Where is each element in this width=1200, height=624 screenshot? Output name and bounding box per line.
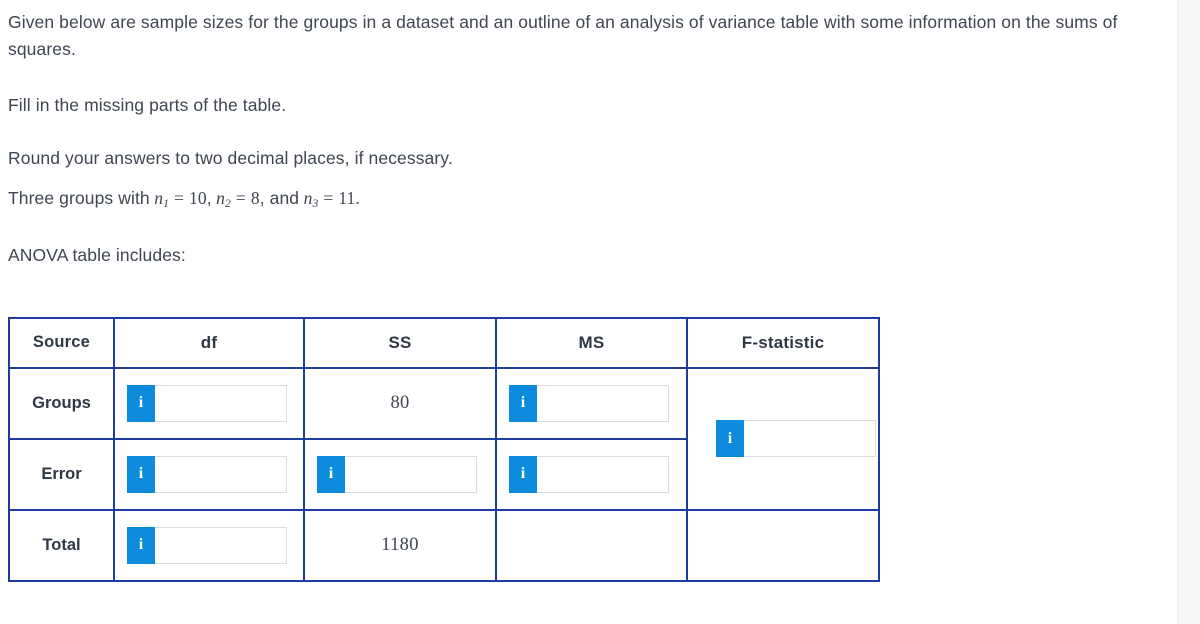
cell-groups-ms: i xyxy=(495,366,688,440)
header-source: Source xyxy=(8,316,115,369)
group-size-2: n2 = 8 xyxy=(216,188,260,211)
groups-ss-value: 80 xyxy=(390,392,410,413)
anova-lead-paragraph: ANOVA table includes: xyxy=(8,245,186,266)
cell-error-ms: i xyxy=(495,437,688,511)
cell-total-ms-empty xyxy=(495,508,688,582)
total-df-input[interactable] xyxy=(155,526,287,564)
header-ss: SS xyxy=(303,316,497,369)
page-scrollbar-track[interactable] xyxy=(1177,0,1200,624)
and-separator: , and xyxy=(259,188,300,209)
row-label-total: Total xyxy=(8,508,115,582)
cell-total-f-empty xyxy=(686,508,880,582)
equals-3: = xyxy=(323,188,334,209)
group-size-1: n1 = 10 xyxy=(154,188,207,210)
comma-1: , xyxy=(206,188,212,209)
anova-table: Source df SS MS F-statistic Groups i 80 … xyxy=(8,316,880,582)
period: . xyxy=(355,188,360,209)
cell-inner: i xyxy=(688,420,878,458)
anova-table-wrap: Source df SS MS F-statistic Groups i 80 … xyxy=(0,316,1178,582)
cell-inner: 80 xyxy=(305,369,495,438)
info-icon[interactable]: i xyxy=(317,455,345,493)
info-icon[interactable]: i xyxy=(127,455,155,493)
question-page: Given below are sample sizes for the gro… xyxy=(0,0,1178,624)
instruction-paragraph: Fill in the missing parts of the table. xyxy=(8,95,287,116)
group-value-1: 10 xyxy=(188,188,207,209)
cell-inner: 1180 xyxy=(305,511,495,580)
table-row: Total i 1180 xyxy=(8,508,880,582)
cell-total-df: i xyxy=(113,508,305,582)
header-ms: MS xyxy=(495,316,688,369)
groups-ms-input-group[interactable]: i xyxy=(509,384,669,422)
error-ss-input[interactable] xyxy=(345,455,477,493)
group-size-3: n3 = 11 xyxy=(303,188,356,210)
cell-inner: i xyxy=(305,440,495,509)
error-df-input-group[interactable]: i xyxy=(127,455,287,493)
info-icon[interactable]: i xyxy=(716,420,744,458)
info-icon[interactable]: i xyxy=(127,526,155,564)
groups-df-input[interactable] xyxy=(155,384,287,422)
cell-error-df: i xyxy=(113,437,305,511)
cell-total-ss: 1180 xyxy=(303,508,497,582)
row-label-error: Error xyxy=(8,437,115,511)
equals-2: = xyxy=(235,188,246,209)
group-value-3: 11 xyxy=(338,188,356,209)
rounding-paragraph: Round your answers to two decimal places… xyxy=(8,147,453,168)
total-ss-value: 1180 xyxy=(381,534,419,555)
cell-inner: i xyxy=(115,440,303,509)
group-subscript-2: 2 xyxy=(225,198,231,211)
f-statistic-input[interactable] xyxy=(744,420,876,458)
header-f-statistic: F-statistic xyxy=(686,316,880,369)
cell-inner: i xyxy=(497,440,686,509)
cell-groups-ss: 80 xyxy=(303,366,497,440)
info-icon[interactable]: i xyxy=(509,455,537,493)
error-ss-input-group[interactable]: i xyxy=(317,455,477,493)
cell-inner: i xyxy=(115,511,303,580)
cell-f-statistic: i xyxy=(686,366,880,511)
row-label-groups: Groups xyxy=(8,366,115,440)
group-symbol-1: n xyxy=(154,188,164,209)
question-prose: Given below are sample sizes for the gro… xyxy=(0,0,1178,269)
info-icon[interactable]: i xyxy=(127,384,155,422)
cell-inner: i xyxy=(115,369,303,438)
cell-error-ss: i xyxy=(303,437,497,511)
error-df-input[interactable] xyxy=(155,455,287,493)
group-symbol-2: n xyxy=(216,188,225,209)
cell-groups-df: i xyxy=(113,366,305,440)
header-df: df xyxy=(113,316,305,369)
error-ms-input[interactable] xyxy=(537,455,669,493)
cell-inner: i xyxy=(497,369,686,438)
error-ms-input-group[interactable]: i xyxy=(509,455,669,493)
intro-paragraph: Given below are sample sizes for the gro… xyxy=(8,12,1118,59)
group-symbol-3: n xyxy=(303,188,313,209)
equals-1: = xyxy=(174,188,184,209)
group-sizes-lead: Three groups with xyxy=(8,188,150,209)
groups-ms-input[interactable] xyxy=(537,384,669,422)
group-value-2: 8 xyxy=(250,188,260,209)
total-df-input-group[interactable]: i xyxy=(127,526,287,564)
table-header-row: Source df SS MS F-statistic xyxy=(8,316,880,369)
table-row: Groups i 80 i i xyxy=(8,366,880,511)
f-statistic-input-group[interactable]: i xyxy=(716,420,876,458)
groups-df-input-group[interactable]: i xyxy=(127,384,287,422)
info-icon[interactable]: i xyxy=(509,384,537,422)
group-sizes-statement: Three groups with n1 = 10, n2 = 8, and n3 = 11… xyxy=(8,185,1158,214)
